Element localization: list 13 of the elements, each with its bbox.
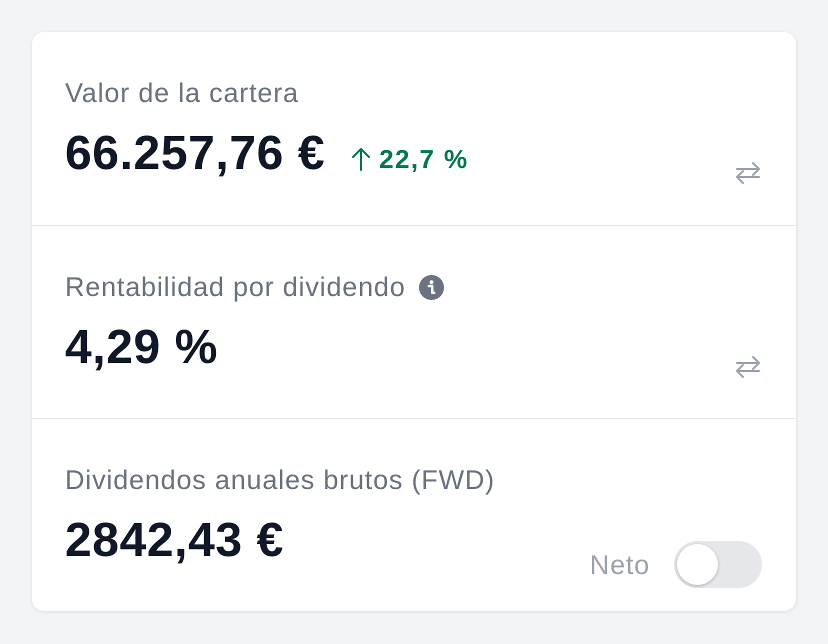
- metric-label: Dividendos anuales brutos (FWD): [65, 464, 495, 496]
- metric-value: 4,29 %: [65, 322, 218, 374]
- change-indicator: 22,7 %: [351, 144, 469, 174]
- arrow-up-icon: [351, 146, 372, 172]
- metric-value: 66.257,76 €: [65, 128, 326, 180]
- info-icon[interactable]: [418, 274, 444, 300]
- toggle-label: Neto: [590, 550, 650, 580]
- metric-value: 2842,43 €: [65, 515, 284, 567]
- swap-arrows-icon[interactable]: [734, 161, 762, 185]
- swap-arrows-icon[interactable]: [734, 355, 762, 379]
- metric-label: Valor de la cartera: [65, 77, 299, 109]
- metric-label: Rentabilidad por dividendo: [65, 271, 406, 303]
- toggle-switch[interactable]: [674, 541, 762, 588]
